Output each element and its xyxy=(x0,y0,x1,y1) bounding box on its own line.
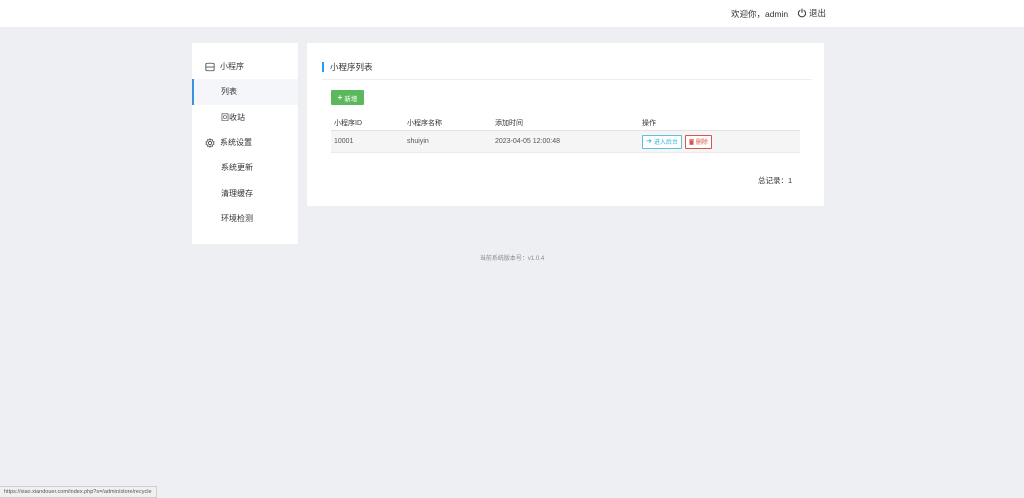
add-button[interactable]: + 新增 xyxy=(331,90,364,105)
column-header: 操作 xyxy=(642,119,656,127)
column-header: 小程序名称 xyxy=(407,119,442,127)
welcome-text: 欢迎你，admin xyxy=(731,9,789,19)
top-bar: 欢迎你，admin 退出 xyxy=(0,0,1024,27)
add-button-label: 新增 xyxy=(344,95,358,103)
miniapp-icon xyxy=(205,62,215,71)
arrow-right-icon: ➔ xyxy=(646,138,652,145)
enter-admin-label: 进入后台 xyxy=(653,140,678,146)
cell-time: 2023-04-05 12:00:48 xyxy=(495,138,560,145)
cell-name: shuiyin xyxy=(407,138,429,145)
sidebar-item-system-update[interactable]: 系统更新 xyxy=(192,155,298,181)
miniapp-table: 小程序ID 小程序名称 添加时间 操作 10001 shuiyin 2023-0… xyxy=(331,115,800,153)
sidebar-item-list[interactable]: 列表 xyxy=(192,79,298,105)
enter-admin-button[interactable]: ➔ 进入后台 xyxy=(642,134,682,149)
cell-actions: ➔ 进入后台 删除 xyxy=(642,134,800,149)
sidebar-item-env-check[interactable]: 环境检测 xyxy=(192,206,298,232)
main-panel: 小程序列表 + 新增 小程序ID 小程序名称 添加时间 操作 10001 shu… xyxy=(307,43,824,206)
sidebar-item-label: 列表 xyxy=(221,87,237,97)
sidebar-item-recycle[interactable]: 回收站 xyxy=(192,105,298,131)
sidebar-item-label: 环境检测 xyxy=(221,214,253,224)
trash-icon xyxy=(688,138,694,145)
total-records: 总记录：1 xyxy=(758,176,793,185)
sidebar-item-clear-cache[interactable]: 清理缓存 xyxy=(192,181,298,207)
column-header: 小程序ID xyxy=(334,119,362,127)
plus-icon: + xyxy=(337,92,343,102)
sidebar-item-label: 回收站 xyxy=(221,112,245,122)
logout-label: 退出 xyxy=(809,8,827,18)
gear-icon xyxy=(205,137,215,148)
page-title: 小程序列表 xyxy=(322,62,373,72)
table-header: 小程序ID 小程序名称 添加时间 操作 xyxy=(331,115,800,131)
browser-status-bar: https://xiao.xiandouer.com/index.php?s=/… xyxy=(0,486,157,498)
version-text: 当前系统版本号：v1.0.4 xyxy=(479,256,545,262)
delete-button[interactable]: 删除 xyxy=(684,134,712,149)
power-icon xyxy=(797,8,807,18)
logout-button[interactable]: 退出 xyxy=(797,7,826,19)
sidebar-group-miniapp[interactable]: 小程序 xyxy=(192,54,298,79)
column-header: 添加时间 xyxy=(495,119,523,127)
sidebar-item-label: 清理缓存 xyxy=(221,188,253,198)
sidebar: 小程序 列表 回收站 系统设置 系统更新 清理缓存 环境检测 xyxy=(192,43,298,244)
cell-id: 10001 xyxy=(334,138,354,145)
sidebar-group-label: 小程序 xyxy=(220,62,244,71)
sidebar-item-label: 系统更新 xyxy=(221,163,253,173)
delete-label: 删除 xyxy=(695,140,708,146)
sidebar-group-settings[interactable]: 系统设置 xyxy=(192,130,298,155)
divider xyxy=(322,79,812,80)
table-row: 10001 shuiyin 2023-04-05 12:00:48 ➔ 进入后台… xyxy=(331,131,800,153)
sidebar-group-label: 系统设置 xyxy=(220,138,252,147)
